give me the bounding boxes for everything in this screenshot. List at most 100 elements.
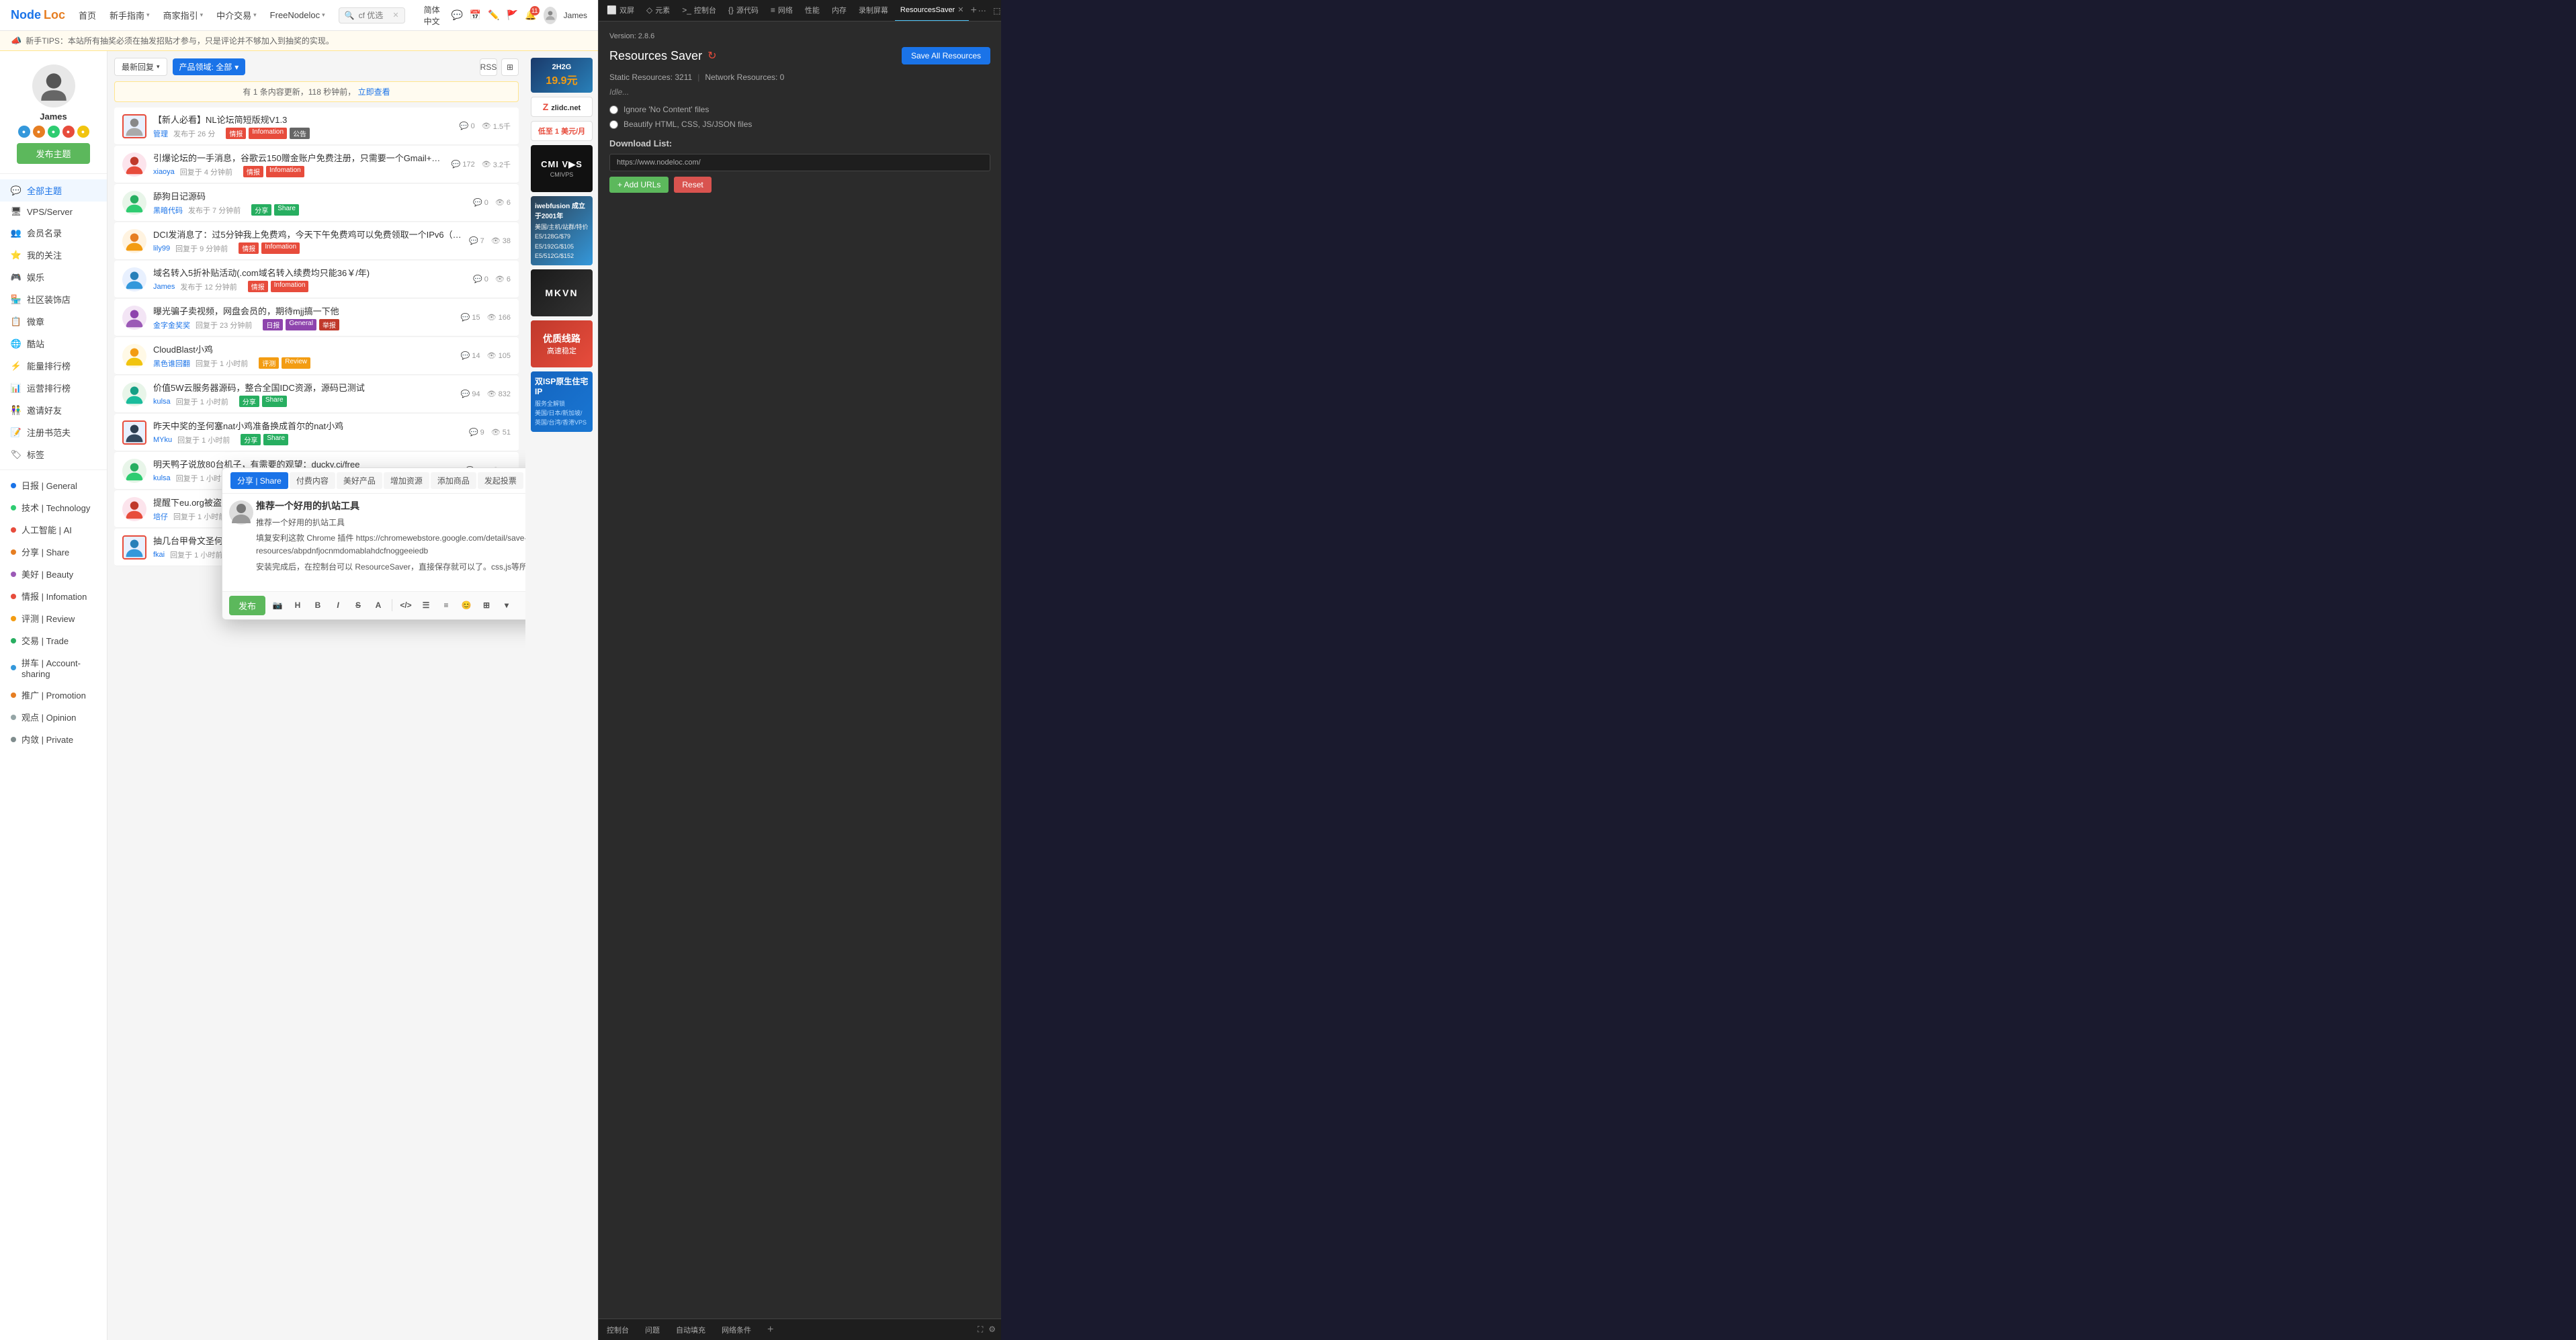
post-author-9[interactable]: MYku xyxy=(153,436,172,444)
post-author-1[interactable]: 管理 xyxy=(153,128,168,139)
ad-zlidc[interactable]: Z zlidc.net xyxy=(531,97,593,117)
toolbar-emoji-btn[interactable]: 😊 xyxy=(458,597,474,613)
post-author-11[interactable]: 培仔 xyxy=(153,511,168,522)
sidebar-item-vps[interactable]: 🖥 VPS/Server xyxy=(0,202,107,222)
sidebar-item-entertainment[interactable]: 🎮 娱乐 xyxy=(0,266,107,288)
dt-tab-elements[interactable]: ◇ 元素 xyxy=(641,0,675,21)
sidebar-item-share[interactable]: 分享 | Share xyxy=(0,541,107,563)
toolbar-code-btn[interactable]: </> xyxy=(398,597,414,613)
nav-trade[interactable]: 中介交易 ▾ xyxy=(216,9,257,21)
toolbar-ul-btn[interactable]: ☰ xyxy=(418,597,434,613)
save-all-button[interactable]: Save All Resources xyxy=(902,47,990,64)
category-filter[interactable]: 产品领域: 全部 ▾ xyxy=(173,58,246,75)
sidebar-item-opinion[interactable]: 观点 | Opinion xyxy=(0,706,107,728)
dt-tab-sources[interactable]: {} 源代码 xyxy=(723,0,764,21)
db-tab-issues[interactable]: 问题 xyxy=(642,1325,662,1335)
dt-tab-add[interactable]: + xyxy=(970,3,976,19)
sidebar-item-ai[interactable]: 人工智能 | AI xyxy=(0,519,107,541)
db-settings-icon[interactable]: ⚙ xyxy=(988,1325,996,1335)
user-avatar[interactable] xyxy=(544,7,557,24)
sidebar-item-infomation[interactable]: 情报 | Infomation xyxy=(0,585,107,607)
sidebar-item-account-sharing[interactable]: 拼车 | Account-sharing xyxy=(0,652,107,684)
tab-paid[interactable]: 付费内容 xyxy=(290,472,335,489)
sort-filter[interactable]: 最新回复 ▾ xyxy=(114,58,167,76)
update-link[interactable]: 立即查看 xyxy=(358,87,390,97)
reset-button[interactable]: Reset xyxy=(674,177,711,193)
toolbar-h-btn[interactable]: H xyxy=(290,597,306,613)
compose-input[interactable] xyxy=(256,576,525,591)
post-author-2[interactable]: xiaoya xyxy=(153,168,175,176)
post-author-7[interactable]: 黑色谁回翻 xyxy=(153,358,190,369)
compose-submit-button[interactable]: 发布 xyxy=(229,596,265,615)
post-author-10[interactable]: kulsa xyxy=(153,474,171,482)
sidebar-item-coolsite[interactable]: 🌐 酷站 xyxy=(0,332,107,355)
sidebar-item-ops-rank[interactable]: 📊 运营排行榜 xyxy=(0,377,107,399)
message-icon[interactable]: 💬 xyxy=(451,9,462,22)
post-title-8[interactable]: 价值5W云服务器源码，整合全国IDC资源，源码已测试 xyxy=(153,381,454,394)
lang-switcher[interactable]: 简体中文 xyxy=(424,4,445,27)
sidebar-item-register[interactable]: 📝 注册书范夫 xyxy=(0,421,107,443)
post-author-6[interactable]: 金字金奖奖 xyxy=(153,320,190,330)
toolbar-image-btn[interactable]: 📷 xyxy=(269,597,286,613)
sidebar-item-members[interactable]: 👥 会员名录 xyxy=(0,222,107,244)
ext-refresh-icon[interactable]: ↻ xyxy=(707,49,716,62)
ad-2h2g[interactable]: 2H2G 19.9元 xyxy=(531,58,593,93)
publish-button[interactable]: 发布主题 xyxy=(17,143,89,164)
nav-home[interactable]: 首页 xyxy=(79,9,96,21)
post-title-9[interactable]: 昨天中奖的圣何塞nat小鸡准备换成首尔的nat小鸡 xyxy=(153,419,462,432)
dt-tab-resources-saver-close[interactable]: ✕ xyxy=(957,5,963,14)
db-tab-add[interactable]: + xyxy=(767,1324,773,1336)
post-author-3[interactable]: 黑暗代码 xyxy=(153,205,183,216)
post-title-4[interactable]: DCI发消息了：过5分钟我上免费鸡，今天下午免费鸡可以免费领取一个IPv6（需要… xyxy=(153,228,462,240)
tab-share[interactable]: 分享 | Share xyxy=(230,472,288,489)
sidebar-item-tech[interactable]: 技术 | Technology xyxy=(0,496,107,519)
dt-tab-more[interactable]: ⋯ xyxy=(978,6,986,15)
db-tab-console[interactable]: 控制台 xyxy=(604,1325,632,1335)
option-beautify[interactable]: Beautify HTML, CSS, JS/JSON files xyxy=(609,120,990,129)
search-input[interactable] xyxy=(359,11,389,20)
rss-icon[interactable]: RSS xyxy=(480,58,497,76)
toolbar-link-btn[interactable]: A xyxy=(370,597,386,613)
db-expand-icon[interactable]: ⛶ xyxy=(978,1325,983,1335)
ad-iwebfusion[interactable]: iwebfusion 成立于2001年 美国/主机/站群/特价 E5/128G/… xyxy=(531,196,593,265)
nav-merchant[interactable]: 商家指引 ▾ xyxy=(163,9,204,21)
sidebar-item-private[interactable]: 内敛 | Private xyxy=(0,728,107,750)
flag-icon[interactable]: 🚩 xyxy=(507,9,518,22)
nav-guide[interactable]: 新手指南 ▾ xyxy=(110,9,150,21)
post-title-6[interactable]: 曝光骗子卖视频，网盘会员的，期待mjj搞一下他 xyxy=(153,304,454,317)
sidebar-item-following[interactable]: ⭐ 我的关注 xyxy=(0,244,107,266)
pencil-icon[interactable]: ✏️ xyxy=(488,9,499,22)
sidebar-item-promotion[interactable]: 推广 | Promotion xyxy=(0,684,107,706)
sidebar-item-shop[interactable]: 🏪 社区装饰店 xyxy=(0,288,107,310)
toolbar-italic-btn[interactable]: I xyxy=(330,597,346,613)
post-author-12[interactable]: fkai xyxy=(153,551,165,559)
sidebar-item-energy-rank[interactable]: ⚡ 能量排行榜 xyxy=(0,355,107,377)
devtools-undock-icon[interactable]: ⬚ xyxy=(990,4,1001,17)
dt-tab-duopin[interactable]: ⬜ 双屏 xyxy=(601,0,640,21)
dt-tab-resources-saver[interactable]: ResourcesSaver ✕ xyxy=(895,0,970,21)
ad-dual[interactable]: 双ISP原生住宅IP 服务全解锁 美国/日本/新加坡/ 英国/台湾/香港VPS xyxy=(531,371,593,432)
option-no-content-radio[interactable] xyxy=(609,105,618,114)
search-bar[interactable]: 🔍 ✕ xyxy=(339,7,405,24)
sidebar-item-beauty[interactable]: 美好 | Beauty xyxy=(0,563,107,585)
tab-product[interactable]: 美好产品 xyxy=(337,472,382,489)
dt-tab-network[interactable]: ≡ 网络 xyxy=(765,0,798,21)
sidebar-item-tags[interactable]: 🏷 标签 xyxy=(0,443,107,465)
post-author-8[interactable]: kulsa xyxy=(153,398,171,406)
ad-cmivps[interactable]: CMI V▶S CMIVPS xyxy=(531,145,593,192)
tab-vote[interactable]: 发起投票 xyxy=(478,472,523,489)
ad-quality[interactable]: 优质线路 高速稳定 xyxy=(531,320,593,367)
add-urls-button[interactable]: + Add URLs xyxy=(609,177,669,193)
notification-bell[interactable]: 🔔 11 xyxy=(525,9,536,22)
post-author-5[interactable]: James xyxy=(153,283,175,291)
dt-tab-console[interactable]: >_ 控制台 xyxy=(677,0,722,21)
dt-tab-recorder[interactable]: 录制屏幕 xyxy=(853,0,894,21)
db-tab-autofill[interactable]: 自动填充 xyxy=(673,1325,708,1335)
grid-icon[interactable]: ⊞ xyxy=(501,58,519,76)
tab-goods[interactable]: 添加商品 xyxy=(431,472,476,489)
ad-mkvm[interactable]: MKVN xyxy=(531,269,593,316)
option-beautify-radio[interactable] xyxy=(609,120,618,129)
post-title-3[interactable]: 舔狗日记源码 xyxy=(153,189,466,202)
sidebar-item-trade[interactable]: 交易 | Trade xyxy=(0,629,107,652)
sidebar-item-badge[interactable]: 📋 微章 xyxy=(0,310,107,332)
